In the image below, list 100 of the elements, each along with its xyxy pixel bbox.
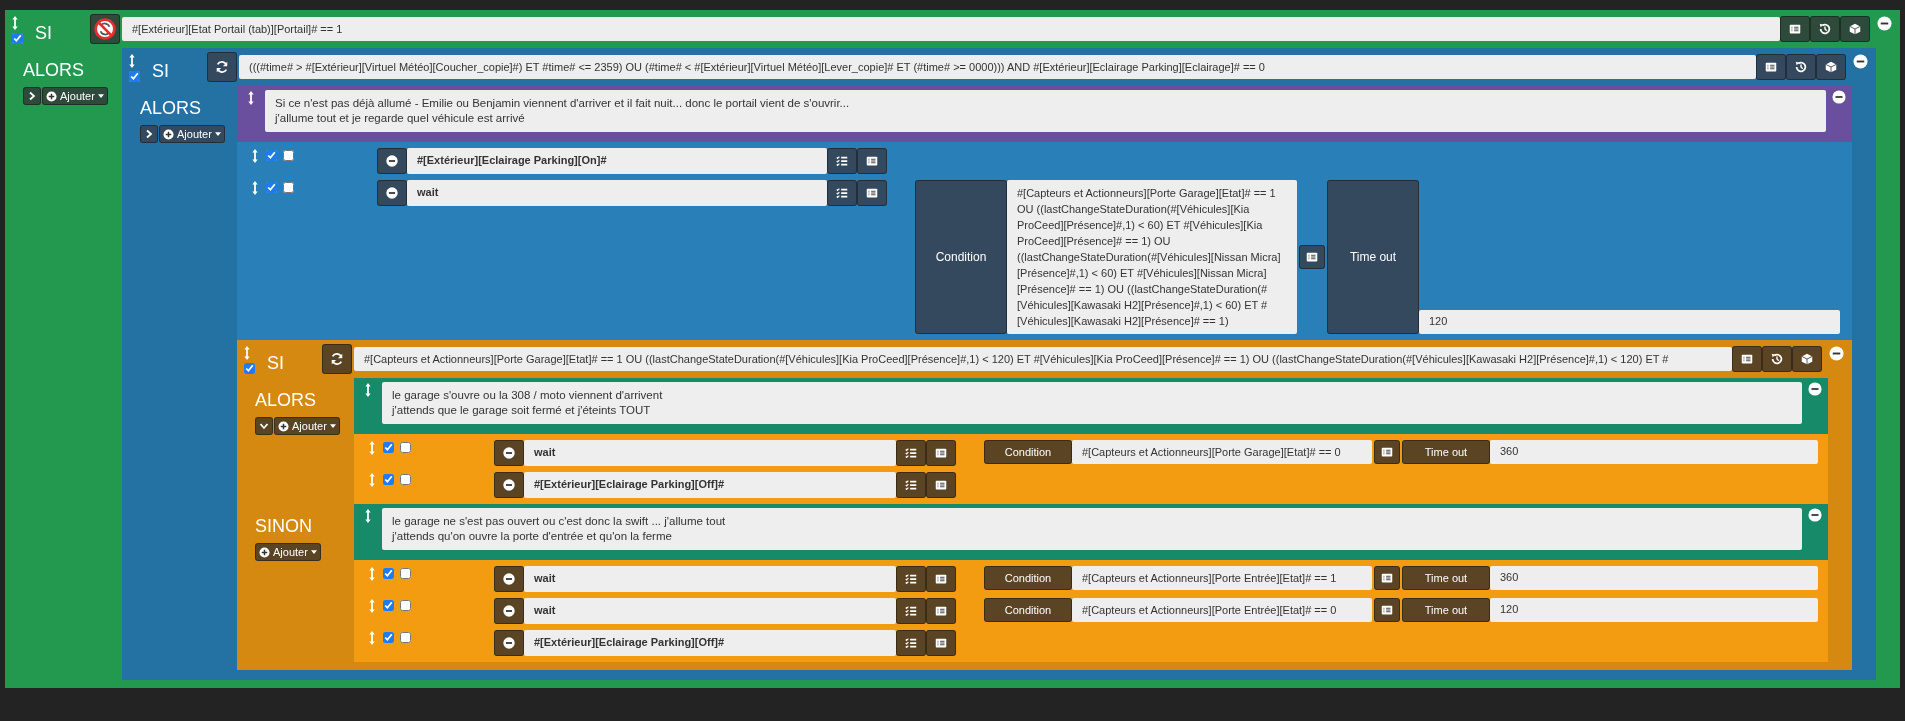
remove-button[interactable]	[377, 148, 407, 174]
list-button[interactable]	[926, 472, 956, 498]
remove-icon[interactable]	[1853, 54, 1868, 69]
remove-button[interactable]	[494, 440, 524, 466]
remove-icon[interactable]	[1832, 90, 1846, 104]
enable-checkbox[interactable]	[383, 568, 394, 579]
drag-handle-icon[interactable]	[368, 598, 376, 614]
condition-field[interactable]: #[Capteurs et Actionneurs][Porte Entrée][Etat]# == 1	[1072, 566, 1372, 590]
drag-handle-icon[interactable]	[247, 90, 255, 106]
condition-field[interactable]: #[Capteurs et Actionneurs][Porte Garage][Etat]# == 1 OU ((lastChangeStateDuration(#[Véhicules][Kia ProCeed][Présence]#,1) < 120) ET #[Véhicules][Kia ProCeed][Présence]# == 1) OU ((lastChangeStateDuration(#[Véhicules][Kawasaki H2][Présence]#,1) < 120) ET #	[354, 347, 1732, 371]
checklist-button[interactable]	[896, 566, 926, 592]
condition-button[interactable]: Condition	[984, 566, 1072, 590]
remove-button[interactable]	[377, 180, 407, 206]
drag-handle-icon[interactable]	[364, 382, 372, 398]
remove-icon[interactable]	[1808, 382, 1822, 396]
enable-checkbox[interactable]	[383, 632, 394, 643]
list-button[interactable]	[1780, 16, 1810, 42]
history-button[interactable]	[1786, 54, 1816, 80]
command-field[interactable]: wait	[524, 598, 896, 624]
list-button[interactable]	[1732, 346, 1762, 372]
list-button[interactable]	[1756, 54, 1786, 80]
timeout-button[interactable]: Time out	[1402, 598, 1490, 622]
command-field[interactable]: #[Extérieur][Eclairage Parking][On]#	[407, 148, 827, 174]
history-button[interactable]	[1762, 346, 1792, 372]
remove-icon[interactable]	[1808, 508, 1822, 522]
drag-handle-icon[interactable]	[368, 630, 376, 646]
parallel-checkbox[interactable]	[400, 632, 411, 643]
drag-handle-icon[interactable]	[364, 508, 372, 524]
enable-checkbox[interactable]	[129, 71, 140, 82]
add-button[interactable]: Ajouter	[42, 87, 108, 105]
parallel-checkbox[interactable]	[400, 442, 411, 453]
add-button[interactable]: Ajouter	[274, 417, 340, 435]
enable-checkbox[interactable]	[12, 33, 23, 44]
command-field[interactable]: wait	[524, 566, 896, 592]
parallel-checkbox[interactable]	[400, 474, 411, 485]
drag-handle-icon[interactable]	[251, 148, 259, 164]
comment-field[interactable]: le garage s'ouvre ou la 308 / moto viennent d'arrivent j'attends que le garage soit fermé et j'éteints TOUT	[382, 382, 1802, 424]
drag-handle-icon[interactable]	[11, 15, 19, 31]
command-field[interactable]: #[Extérieur][Eclairage Parking][Off]#	[524, 472, 896, 498]
remove-button[interactable]	[494, 566, 524, 592]
condition-button[interactable]: Condition	[915, 180, 1007, 334]
list-button[interactable]	[926, 630, 956, 656]
enable-checkbox[interactable]	[266, 182, 277, 193]
condition-field[interactable]: (((#time# > #[Extérieur][Virtuel Météo][Coucher_copie]#) ET #time# <= 2359) OU (#time# < #[Extérieur][Virtuel Météo][Lever_copie]# ET (#time# >= 0000))) AND #[Extérieur][Eclairage Parking][Eclairage]# == 0	[239, 55, 1756, 79]
condition-field[interactable]: #[Extérieur][Etat Portail (tab)][Portail]# == 1	[122, 17, 1780, 41]
enable-checkbox[interactable]	[244, 363, 255, 374]
condition-button[interactable]: Condition	[984, 598, 1072, 622]
comment-field[interactable]: Si ce n'est pas déjà allumé - Emilie ou Benjamin viennent d'arriver et il fait nuit... donc le portail vient de s'ouvrir... j'allume tout et je regarde quel véhicule est arrivé	[265, 90, 1826, 132]
drag-handle-icon[interactable]	[368, 440, 376, 456]
drag-handle-icon[interactable]	[128, 53, 136, 69]
list-button[interactable]	[1374, 440, 1400, 464]
list-button[interactable]	[926, 566, 956, 592]
checklist-button[interactable]	[896, 598, 926, 624]
checklist-button[interactable]	[827, 148, 857, 174]
toggle-button[interactable]	[140, 125, 158, 143]
drag-handle-icon[interactable]	[251, 180, 259, 196]
enable-checkbox[interactable]	[383, 474, 394, 485]
repeat-button[interactable]	[322, 344, 352, 374]
timeout-field[interactable]: 360	[1490, 566, 1818, 590]
history-button[interactable]	[1810, 16, 1840, 42]
repeat-button[interactable]	[207, 52, 237, 82]
list-button[interactable]	[1374, 566, 1400, 590]
command-field[interactable]: #[Extérieur][Eclairage Parking][Off]#	[524, 630, 896, 656]
comment-field[interactable]: le garage ne s'est pas ouvert ou c'est donc la swift ... j'allume tout j'attends qu'on ouvre la porte d'entrée et qu'on la ferme	[382, 508, 1802, 550]
repeat-button[interactable]	[90, 14, 120, 44]
condition-field[interactable]: #[Capteurs et Actionneurs][Porte Garage][Etat]# == 0	[1072, 440, 1372, 464]
list-button[interactable]	[1299, 245, 1325, 269]
toggle-button[interactable]	[255, 417, 273, 435]
cube-button[interactable]	[1792, 346, 1822, 372]
drag-handle-icon[interactable]	[368, 566, 376, 582]
checklist-button[interactable]	[896, 440, 926, 466]
condition-field[interactable]: #[Capteurs et Actionneurs][Porte Entrée][Etat]# == 0	[1072, 598, 1372, 622]
condition-button[interactable]: Condition	[984, 440, 1072, 464]
checklist-button[interactable]	[896, 630, 926, 656]
list-button[interactable]	[1374, 598, 1400, 622]
list-button[interactable]	[926, 598, 956, 624]
enable-checkbox[interactable]	[383, 442, 394, 453]
enable-checkbox[interactable]	[383, 600, 394, 611]
list-button[interactable]	[857, 180, 887, 206]
timeout-field[interactable]: 120	[1419, 310, 1840, 334]
parallel-checkbox[interactable]	[400, 600, 411, 611]
list-button[interactable]	[857, 148, 887, 174]
parallel-checkbox[interactable]	[283, 150, 294, 161]
enable-checkbox[interactable]	[266, 150, 277, 161]
remove-button[interactable]	[494, 598, 524, 624]
remove-icon[interactable]	[1877, 16, 1892, 31]
timeout-field[interactable]: 360	[1490, 440, 1818, 464]
condition-field[interactable]: #[Capteurs et Actionneurs][Porte Garage][Etat]# == 1 OU ((lastChangeStateDuration(#[Véhicules][Kia ProCeed][Présence]#,1) < 60) ET #[Véhicules][Kia ProCeed][Présence]# == 1) OU ((lastChangeStateDuration(#[Véhicules][Nissan Micra][Présence]#,1) < 60) ET #[Véhicules][Nissan Micra][Présence]# == 1) OU ((lastChangeStateDuration(#[Véhicules][Kawasaki H2][Présence]#,1) < 60) ET #[Véhicules][Kawasaki H2][Présence]# == 1)	[1007, 180, 1297, 334]
timeout-button[interactable]: Time out	[1402, 566, 1490, 590]
cube-button[interactable]	[1816, 54, 1846, 80]
command-field[interactable]: wait	[524, 440, 896, 466]
cube-button[interactable]	[1840, 16, 1870, 42]
toggle-button[interactable]	[23, 87, 41, 105]
checklist-button[interactable]	[827, 180, 857, 206]
parallel-checkbox[interactable]	[283, 182, 294, 193]
parallel-checkbox[interactable]	[400, 568, 411, 579]
timeout-button[interactable]: Time out	[1402, 440, 1490, 464]
command-field[interactable]: wait	[407, 180, 827, 206]
remove-button[interactable]	[494, 472, 524, 498]
timeout-field[interactable]: 120	[1490, 598, 1818, 622]
